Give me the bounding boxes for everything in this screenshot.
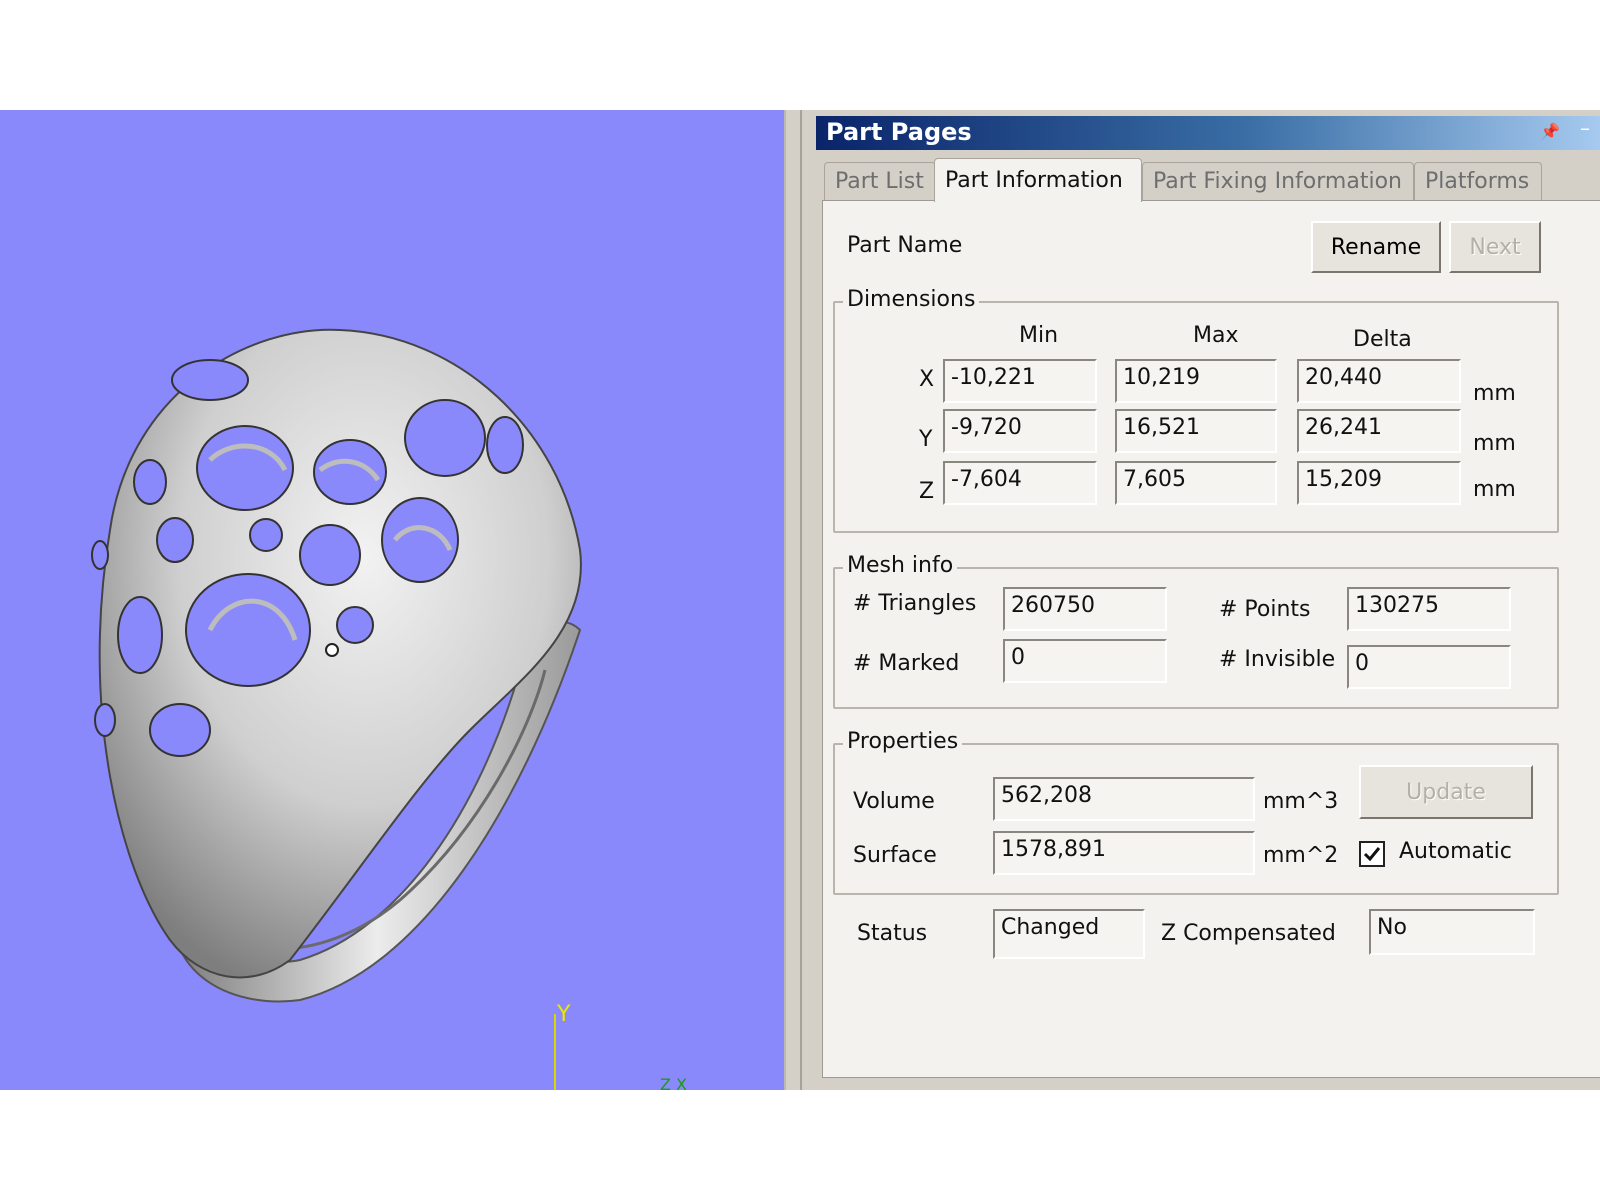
surface-field[interactable]: 1578,891 [993,831,1255,875]
y-max-field[interactable]: 16,521 [1115,409,1277,453]
x-min-field[interactable]: -10,221 [943,359,1097,403]
marked-field[interactable]: 0 [1003,639,1167,683]
rename-button[interactable]: Rename [1311,221,1441,273]
axis-y-label: Y [557,1002,571,1027]
dim-header-delta: Delta [1353,327,1412,352]
z-max-field[interactable]: 7,605 [1115,461,1277,505]
part-name-label: Part Name [847,233,963,258]
axis-y-line [554,1014,556,1090]
z-min-field[interactable]: -7,604 [943,461,1097,505]
pin-icon[interactable]: 📌 [1540,122,1560,141]
dim-axis-z: Z [919,479,935,504]
y-unit: mm [1473,431,1516,456]
dim-header-max: Max [1193,323,1239,348]
mesh-info-title: Mesh info [843,553,958,578]
update-button[interactable]: Update [1359,765,1533,819]
volume-unit: mm^3 [1263,789,1339,814]
checkmark-icon [1363,847,1381,862]
surface-unit: mm^2 [1263,843,1339,868]
tab-part-information[interactable]: Part Information [934,158,1142,202]
part-information-page: Part Name Rename Next Dimensions Min Max… [822,200,1600,1078]
automatic-label: Automatic [1399,839,1512,864]
invisible-field[interactable]: 0 [1347,645,1511,689]
z-unit: mm [1473,477,1516,502]
dim-axis-x: X [919,367,935,392]
tab-part-fixing-information[interactable]: Part Fixing Information [1142,162,1414,200]
z-delta-field[interactable]: 15,209 [1297,461,1461,505]
panel-splitter[interactable] [784,110,816,1090]
z-compensated-label: Z Compensated [1161,921,1336,946]
part-pages-panel: Part Pages 📌 – Part List Part Informatio… [816,110,1600,1090]
dimensions-title: Dimensions [843,287,980,312]
y-delta-field[interactable]: 26,241 [1297,409,1461,453]
surface-label: Surface [853,843,937,868]
tab-platforms[interactable]: Platforms [1414,162,1542,200]
status-label: Status [857,921,928,946]
minimize-icon[interactable]: – [1580,116,1590,140]
status-field[interactable]: Changed [993,909,1145,959]
panel-title: Part Pages [826,118,972,146]
tab-part-list[interactable]: Part List [824,162,936,200]
next-button[interactable]: Next [1449,221,1541,273]
properties-title: Properties [843,729,963,754]
splitter-line [800,110,802,1090]
triangles-label: # Triangles [853,591,977,616]
x-unit: mm [1473,381,1516,406]
volume-field[interactable]: 562,208 [993,777,1255,821]
ring-model[interactable] [0,110,784,1090]
points-field[interactable]: 130275 [1347,587,1511,631]
triangles-field[interactable]: 260750 [1003,587,1167,631]
dim-axis-y: Y [919,427,933,452]
3d-viewport[interactable]: Y Z X [0,110,784,1090]
invisible-label: # Invisible [1219,647,1336,672]
volume-label: Volume [853,789,935,814]
marked-label: # Marked [853,651,960,676]
automatic-checkbox[interactable] [1359,841,1385,867]
x-max-field[interactable]: 10,219 [1115,359,1277,403]
points-label: # Points [1219,597,1311,622]
z-compensated-field[interactable]: No [1369,909,1535,955]
panel-titlebar: Part Pages 📌 – [816,116,1600,150]
x-delta-field[interactable]: 20,440 [1297,359,1461,403]
dim-header-min: Min [1019,323,1059,348]
axis-xz-label: Z X [660,1075,688,1090]
y-min-field[interactable]: -9,720 [943,409,1097,453]
